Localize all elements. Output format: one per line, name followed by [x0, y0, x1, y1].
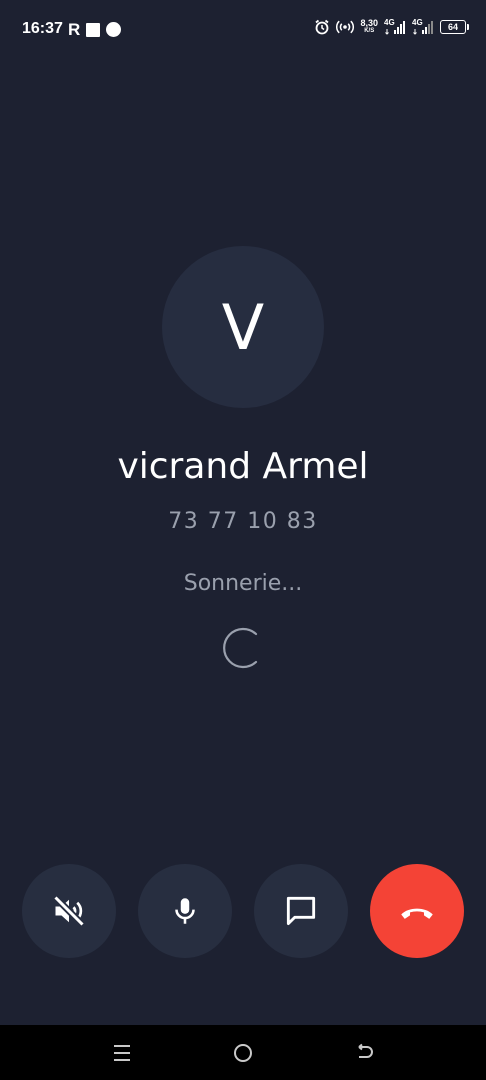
status-time: 16:37: [22, 20, 63, 37]
signal-sim1: 4G: [384, 18, 406, 36]
microphone-icon: [175, 898, 195, 924]
navigation-bar: [0, 1025, 486, 1080]
phone-hangup-icon: [401, 908, 433, 919]
back-button[interactable]: [351, 1039, 379, 1067]
caller-avatar: V: [162, 246, 324, 408]
battery-icon: 64: [440, 20, 469, 34]
hotspot-icon: [336, 20, 355, 34]
home-icon: [234, 1044, 252, 1062]
signal-icon: [413, 21, 433, 35]
loading-spinner-icon: [223, 627, 258, 669]
net-speed-value: 8,30: [360, 18, 378, 28]
menu-button[interactable]: [108, 1039, 136, 1067]
back-icon: [358, 1043, 373, 1058]
signal-icon: [385, 21, 405, 35]
net-speed: 8,30 K/S: [360, 19, 378, 35]
chat-bubble-icon: [286, 896, 316, 926]
home-button[interactable]: [229, 1039, 257, 1067]
net-speed-unit: K/S: [364, 28, 375, 34]
caller-number: 73 77 10 83: [168, 509, 318, 534]
menu-icon: [114, 1045, 130, 1061]
square-icon: [86, 22, 101, 37]
message-button[interactable]: [254, 864, 348, 958]
circle-icon: [106, 22, 122, 37]
status-left-icons: R: [68, 20, 122, 39]
call-status: Sonnerie...: [183, 571, 303, 596]
status-bar: 16:37 R 8,30 K/S 4G 4G 64: [0, 0, 486, 60]
alarm-icon: [315, 19, 330, 35]
microphone-button[interactable]: [138, 864, 232, 958]
caller-name: vicrand Armel: [117, 446, 369, 487]
r-app-icon: R: [68, 20, 81, 39]
hang-up-button[interactable]: [370, 864, 464, 958]
status-right-icons: 8,30 K/S 4G 4G 64: [314, 18, 469, 36]
speaker-mute-icon: [53, 895, 85, 927]
speaker-off-button[interactable]: [22, 864, 116, 958]
signal-sim2: 4G: [412, 18, 434, 36]
